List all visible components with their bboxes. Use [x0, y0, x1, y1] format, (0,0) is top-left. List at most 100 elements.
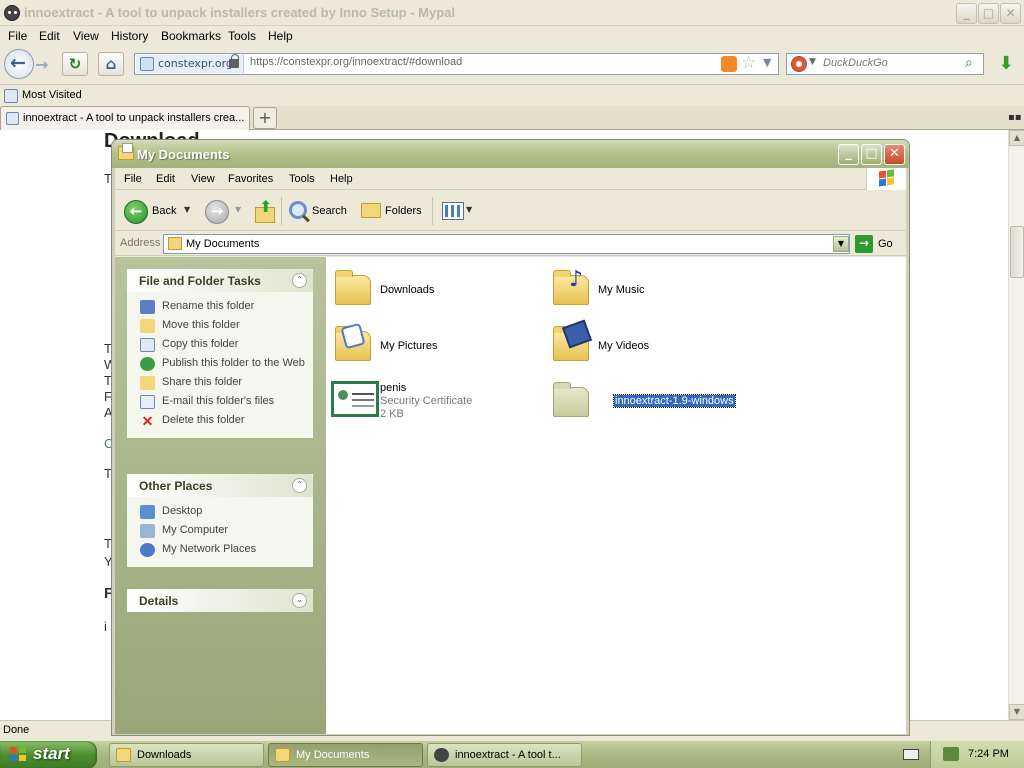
page-scrollbar[interactable]: ▲ ▼ — [1008, 130, 1024, 720]
back-arrow-icon[interactable]: ← — [124, 200, 148, 224]
views-icon[interactable] — [442, 202, 464, 220]
move-folder-icon — [140, 319, 155, 333]
folder-icon — [116, 748, 131, 762]
page-text: i — [104, 619, 107, 634]
browser-maximize-button[interactable]: □ — [978, 3, 999, 24]
forward-dropdown-icon[interactable]: ▼ — [235, 205, 241, 214]
rss-icon[interactable] — [721, 56, 737, 72]
folder-my-pictures[interactable]: My Pictures — [331, 322, 531, 367]
forward-arrow-icon[interactable]: → — [35, 55, 55, 75]
item-type: Security Certificate — [380, 395, 473, 407]
keyboard-icon[interactable] — [903, 749, 919, 760]
address-value[interactable]: My Documents — [186, 238, 259, 250]
share-folder-icon — [140, 376, 155, 390]
x-menu-edit[interactable]: Edit — [156, 173, 175, 185]
back-dropdown-icon[interactable]: ▼ — [184, 205, 190, 214]
go-arrow-icon[interactable]: → — [855, 235, 873, 253]
task-publish[interactable]: Publish this folder to the Web — [127, 354, 313, 373]
toolbar-divider — [432, 197, 433, 225]
back-button[interactable]: Back — [152, 205, 176, 217]
start-button[interactable]: start — [0, 741, 97, 768]
search-placeholder[interactable]: DuckDuckGo — [823, 57, 888, 69]
up-folder-icon[interactable] — [253, 197, 277, 223]
place-my-computer[interactable]: My Computer — [127, 521, 313, 540]
x-menu-file[interactable]: File — [124, 173, 142, 185]
task-rename[interactable]: Rename this folder — [127, 297, 313, 316]
place-network[interactable]: My Network Places — [127, 540, 313, 559]
item-name[interactable]: innoextract-1.9-windows — [613, 394, 736, 408]
tab-label: innoextract - A tool to unpack installer… — [23, 112, 245, 124]
tab-list-icon[interactable]: ▪▪ — [1008, 112, 1022, 123]
x-menu-favorites[interactable]: Favorites — [228, 173, 273, 185]
url-text[interactable]: https://constexpr.org/innoextract/#downl… — [250, 56, 462, 68]
task-share[interactable]: Share this folder — [127, 373, 313, 392]
x-menu-help[interactable]: Help — [330, 173, 353, 185]
scroll-thumb[interactable] — [1010, 226, 1024, 278]
search-bar[interactable]: ▼ DuckDuckGo ⌕ — [786, 53, 984, 75]
reload-icon[interactable]: ↻ — [62, 52, 88, 76]
search-icon[interactable] — [289, 201, 307, 219]
home-icon[interactable]: ⌂ — [98, 52, 124, 76]
expand-chevron-icon[interactable]: ⌄ — [292, 593, 307, 608]
task-copy[interactable]: Copy this folder — [127, 335, 313, 354]
menu-help[interactable]: Help — [268, 29, 293, 43]
item-name: My Pictures — [380, 340, 438, 352]
search-button[interactable]: Search — [312, 205, 347, 217]
download-arrow-icon[interactable]: ⬇ — [993, 53, 1019, 77]
browser-close-button[interactable]: ✕ — [1000, 3, 1021, 24]
duckduckgo-icon[interactable] — [791, 56, 807, 72]
taskbar-item-my-documents[interactable]: My Documents — [268, 743, 423, 767]
scroll-up-icon[interactable]: ▲ — [1009, 130, 1024, 146]
folder-my-music[interactable]: ♪ My Music — [549, 267, 749, 311]
place-desktop[interactable]: Desktop — [127, 502, 313, 521]
menu-history[interactable]: History — [111, 29, 148, 43]
x-menu-view[interactable]: View — [191, 173, 215, 185]
go-button[interactable]: Go — [878, 238, 893, 250]
tab-innoextract[interactable]: innoextract - A tool to unpack installer… — [0, 106, 250, 130]
file-certificate[interactable]: penis Security Certificate 2 KB — [331, 379, 531, 423]
menu-bookmarks[interactable]: Bookmarks — [161, 29, 221, 43]
task-delete[interactable]: ✕ Delete this folder — [127, 411, 313, 430]
collapse-chevron-icon[interactable]: ⌃ — [292, 478, 307, 493]
folders-icon[interactable] — [361, 203, 381, 218]
scroll-down-icon[interactable]: ▼ — [1009, 704, 1024, 720]
new-tab-button[interactable]: + — [253, 107, 277, 129]
taskbar-item-downloads[interactable]: Downloads — [109, 743, 264, 767]
address-dropdown-icon[interactable]: ▼ — [833, 236, 849, 252]
explorer-titlebar[interactable]: My Documents _ □ ✕ — [112, 140, 909, 168]
views-dropdown-icon[interactable]: ▼ — [466, 205, 472, 214]
address-field[interactable]: My Documents ▼ — [163, 234, 850, 254]
menu-tools[interactable]: Tools — [228, 29, 256, 43]
folder-innoextract[interactable]: innoextract-1.9-windows — [549, 379, 749, 423]
taskbar-item-browser[interactable]: innoextract - A tool t... — [427, 743, 582, 767]
bookmark-most-visited[interactable]: Most Visited — [22, 89, 82, 101]
menu-file[interactable]: File — [8, 29, 27, 43]
menu-edit[interactable]: Edit — [39, 29, 60, 43]
network-tray-icon[interactable] — [943, 747, 959, 761]
explorer-maximize-button[interactable]: □ — [861, 144, 882, 165]
back-button-icon[interactable] — [4, 49, 34, 79]
search-magnifier-icon[interactable]: ⌕ — [965, 55, 973, 71]
task-email[interactable]: E-mail this folder's files — [127, 392, 313, 411]
url-dropdown-icon[interactable]: ▼ — [763, 56, 771, 69]
explorer-minimize-button[interactable]: _ — [838, 144, 859, 165]
folder-icon — [331, 267, 377, 309]
x-menu-tools[interactable]: Tools — [289, 173, 315, 185]
explorer-close-button[interactable]: ✕ — [884, 144, 905, 165]
menu-view[interactable]: View — [73, 29, 99, 43]
url-bar[interactable]: constexpr.org https://constexpr.org/inno… — [134, 53, 779, 75]
browser-minimize-button[interactable]: _ — [956, 3, 977, 24]
panel-header[interactable]: Details ⌄ — [127, 589, 313, 612]
engine-dropdown-icon[interactable]: ▼ — [809, 57, 816, 67]
forward-arrow-icon[interactable]: → — [205, 200, 229, 224]
collapse-chevron-icon[interactable]: ⌃ — [292, 273, 307, 288]
site-identity[interactable]: constexpr.org — [136, 54, 244, 73]
task-move[interactable]: Move this folder — [127, 316, 313, 335]
folder-my-videos[interactable]: My Videos — [549, 319, 749, 367]
panel-header[interactable]: Other Places ⌃ — [127, 474, 313, 497]
folders-button[interactable]: Folders — [385, 205, 422, 217]
bookmark-star-icon[interactable]: ☆ — [741, 53, 756, 73]
clock[interactable]: 7:24 PM — [968, 748, 1009, 760]
folder-downloads[interactable]: Downloads — [331, 267, 531, 311]
panel-header[interactable]: File and Folder Tasks ⌃ — [127, 269, 313, 292]
